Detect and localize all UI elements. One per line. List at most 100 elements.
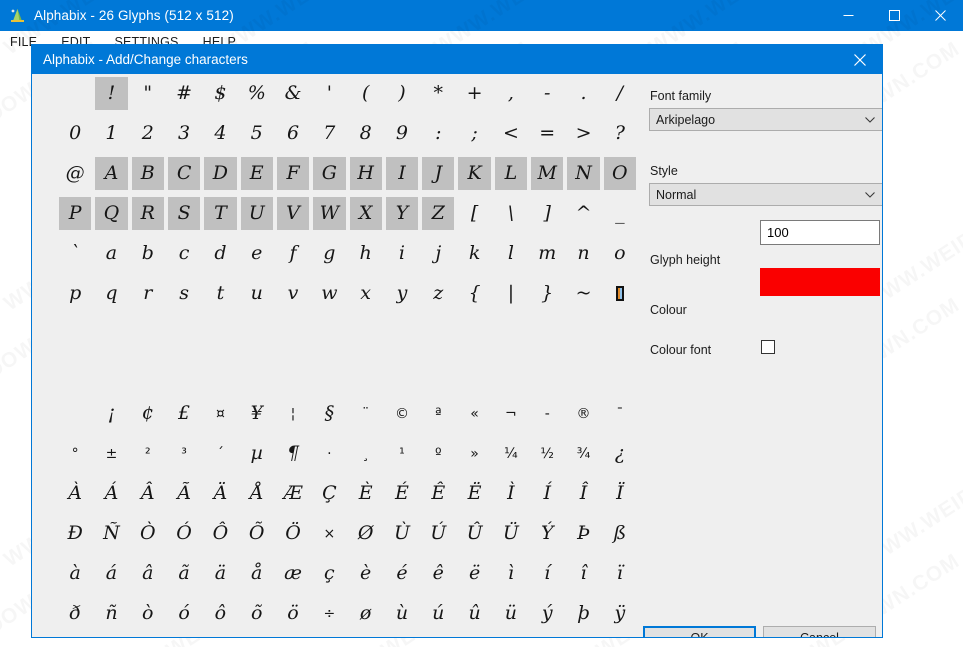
glyph-cell[interactable]: R bbox=[131, 197, 164, 230]
glyph-cell[interactable]: à bbox=[59, 557, 91, 590]
glyph-cell[interactable]: = bbox=[531, 117, 563, 150]
glyph-cell[interactable]: þ bbox=[567, 597, 599, 630]
glyph-cell[interactable]: 5 bbox=[241, 117, 273, 150]
glyph-cell[interactable] bbox=[604, 277, 636, 310]
glyph-cell[interactable]: Þ bbox=[567, 517, 599, 550]
glyph-cell[interactable]: º bbox=[422, 437, 454, 470]
glyph-cell[interactable]: < bbox=[495, 117, 527, 150]
glyph-cell[interactable]: V bbox=[276, 197, 310, 230]
glyph-cell[interactable]: é bbox=[386, 557, 418, 590]
glyph-cell[interactable]: ` bbox=[59, 237, 91, 270]
glyph-cell[interactable]: F bbox=[276, 157, 310, 190]
glyph-cell[interactable]: > bbox=[567, 117, 599, 150]
glyph-cell[interactable]: Ù bbox=[386, 517, 418, 550]
glyph-cell[interactable]: á bbox=[95, 557, 127, 590]
glyph-cell[interactable]: Æ bbox=[277, 477, 309, 510]
glyph-cell[interactable]: f bbox=[277, 237, 309, 270]
glyph-cell[interactable]: b bbox=[132, 237, 164, 270]
glyph-cell[interactable]: ó bbox=[168, 597, 200, 630]
glyph-cell[interactable]: » bbox=[458, 437, 490, 470]
glyph-cell[interactable]: G bbox=[313, 157, 346, 190]
glyph-cell[interactable]: ; bbox=[458, 117, 490, 150]
glyph-cell[interactable]: \ bbox=[495, 197, 527, 230]
glyph-cell[interactable]: © bbox=[386, 397, 418, 430]
glyph-cell[interactable]: y bbox=[386, 277, 418, 310]
glyph-cell[interactable]: L bbox=[494, 157, 528, 190]
glyph-cell[interactable]: : bbox=[422, 117, 454, 150]
colour-font-checkbox[interactable] bbox=[761, 340, 775, 354]
glyph-cell[interactable]: ¾ bbox=[567, 437, 599, 470]
glyph-cell[interactable]: T bbox=[204, 197, 237, 230]
glyph-cell[interactable]: È bbox=[350, 477, 382, 510]
glyph-cell[interactable]: / bbox=[604, 77, 636, 110]
glyph-cell[interactable]: ¨ bbox=[350, 397, 382, 430]
glyph-cell[interactable]: Ó bbox=[168, 517, 200, 550]
glyph-cell[interactable]: h bbox=[350, 237, 382, 270]
glyph-cell[interactable]: 1 bbox=[95, 117, 127, 150]
glyph-cell[interactable]: Ø bbox=[350, 517, 382, 550]
glyph-cell[interactable]: Ú bbox=[422, 517, 454, 550]
close-icon[interactable] bbox=[917, 0, 963, 31]
glyph-cell[interactable]: ? bbox=[604, 117, 636, 150]
glyph-cell[interactable]: % bbox=[241, 77, 273, 110]
glyph-cell[interactable]: , bbox=[495, 77, 527, 110]
glyph-cell[interactable]: w bbox=[313, 277, 345, 310]
glyph-cell[interactable]: 8 bbox=[350, 117, 382, 150]
maximize-icon[interactable] bbox=[871, 0, 917, 31]
glyph-cell[interactable]: « bbox=[458, 397, 490, 430]
glyph-cell[interactable]: ø bbox=[350, 597, 382, 630]
glyph-cell[interactable]: ç bbox=[313, 557, 345, 590]
glyph-cell[interactable]: 3 bbox=[168, 117, 200, 150]
glyph-cell[interactable]: - bbox=[531, 77, 563, 110]
glyph-cell[interactable]: A bbox=[95, 157, 128, 190]
glyph-cell[interactable]: i bbox=[386, 237, 418, 270]
glyph-cell[interactable]: û bbox=[458, 597, 490, 630]
glyph-cell[interactable]: Ò bbox=[132, 517, 164, 550]
glyph-cell[interactable]: ² bbox=[132, 437, 164, 470]
glyph-cell[interactable]: ´ bbox=[204, 437, 236, 470]
glyph-cell[interactable]: Ñ bbox=[95, 517, 127, 550]
glyph-cell[interactable]: c bbox=[168, 237, 200, 270]
glyph-cell[interactable]: 6 bbox=[277, 117, 309, 150]
glyph-cell[interactable]: ¶ bbox=[277, 437, 309, 470]
glyph-cell[interactable]: I bbox=[385, 157, 419, 190]
glyph-cell[interactable]: ï bbox=[604, 557, 636, 590]
glyph-cell[interactable]: ä bbox=[204, 557, 236, 590]
glyph-cell[interactable]: $ bbox=[204, 77, 236, 110]
glyph-cell[interactable]: x bbox=[350, 277, 382, 310]
glyph-cell[interactable]: Ï bbox=[604, 477, 636, 510]
glyph-cell[interactable]: ú bbox=[422, 597, 454, 630]
glyph-cell[interactable]: ö bbox=[277, 597, 309, 630]
glyph-cell[interactable]: ª bbox=[422, 397, 454, 430]
glyph-cell[interactable]: q bbox=[95, 277, 127, 310]
glyph-cell[interactable]: É bbox=[386, 477, 418, 510]
glyph-cell[interactable]: K bbox=[458, 157, 491, 190]
glyph-cell[interactable]: N bbox=[567, 157, 600, 190]
glyph-cell[interactable]: ê bbox=[422, 557, 454, 590]
glyph-cell[interactable]: § bbox=[313, 397, 345, 430]
glyph-cell[interactable]: ­- bbox=[531, 397, 563, 430]
glyph-cell[interactable]: r bbox=[132, 277, 164, 310]
glyph-cell[interactable]: Ü bbox=[495, 517, 527, 550]
glyph-cell[interactable]: × bbox=[313, 517, 345, 550]
glyph-height-input[interactable]: 100 bbox=[760, 220, 880, 245]
glyph-cell[interactable]: ° bbox=[59, 437, 91, 470]
glyph-cell[interactable]: æ bbox=[277, 557, 309, 590]
glyph-cell[interactable]: Ã bbox=[168, 477, 200, 510]
glyph-cell[interactable]: m bbox=[531, 237, 563, 270]
glyph-cell[interactable]: k bbox=[458, 237, 490, 270]
glyph-cell[interactable]: l bbox=[495, 237, 527, 270]
glyph-cell[interactable]: _ bbox=[604, 197, 636, 230]
glyph-cell[interactable]: Ö bbox=[277, 517, 309, 550]
glyph-cell[interactable]: í bbox=[531, 557, 563, 590]
glyph-cell[interactable]: ü bbox=[495, 597, 527, 630]
glyph-cell[interactable]: z bbox=[422, 277, 454, 310]
glyph-cell[interactable]: " bbox=[132, 77, 164, 110]
glyph-cell[interactable]: Â bbox=[132, 477, 164, 510]
font-family-select[interactable]: Arkipelago bbox=[649, 108, 882, 131]
glyph-cell[interactable]: O bbox=[603, 157, 636, 190]
glyph-cell[interactable] bbox=[59, 397, 91, 430]
glyph-cell[interactable]: Í bbox=[531, 477, 563, 510]
glyph-cell[interactable]: ® bbox=[567, 397, 599, 430]
glyph-cell[interactable]: ¿ bbox=[604, 437, 636, 470]
